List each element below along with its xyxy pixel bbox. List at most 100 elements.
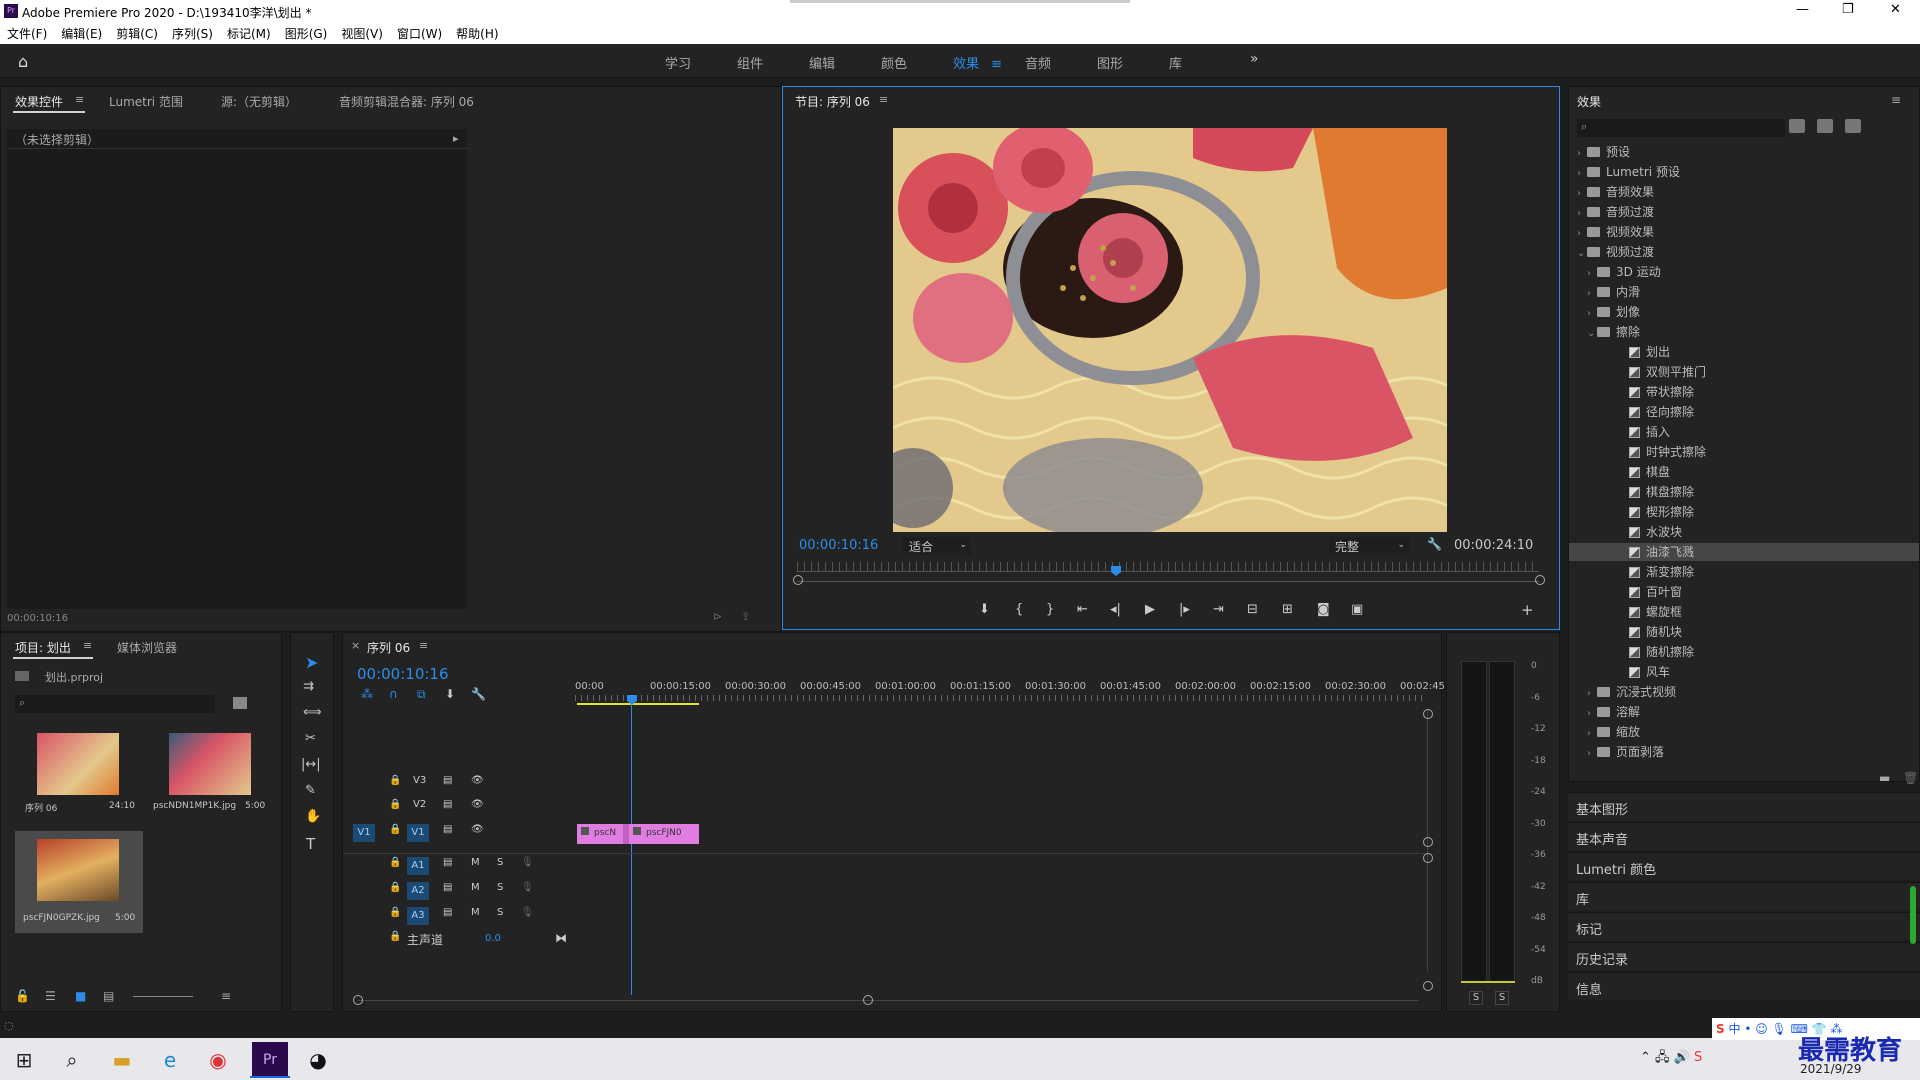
- program-timecode[interactable]: 00:00:10:16: [799, 538, 878, 553]
- add-button-icon[interactable]: +: [1521, 601, 1534, 619]
- chevron-right-icon[interactable]: ›: [1577, 168, 1587, 179]
- ie-browser-icon[interactable]: e: [152, 1042, 188, 1078]
- windows-start-icon[interactable]: ⊞: [6, 1042, 42, 1078]
- chrome-icon[interactable]: ◉: [200, 1042, 236, 1078]
- side-panel-header[interactable]: 信息: [1568, 972, 1920, 1000]
- fit-dropdown[interactable]: 适合 ⌄: [903, 537, 971, 555]
- effect-item[interactable]: 百叶窗: [1569, 583, 1919, 601]
- qq-icon[interactable]: ◕: [300, 1042, 336, 1078]
- program-ruler[interactable]: [797, 562, 1539, 572]
- lock-icon[interactable]: 🔒: [389, 799, 401, 810]
- chevron-right-icon[interactable]: ›: [1577, 188, 1587, 199]
- solo-left-button[interactable]: S: [1469, 991, 1483, 1005]
- panel-menu-icon[interactable]: ≡: [419, 639, 428, 652]
- effect-item[interactable]: 棋盘: [1569, 463, 1919, 481]
- mark-out-icon[interactable]: }: [1046, 602, 1054, 617]
- volume-icon[interactable]: 🔊: [1674, 1050, 1690, 1065]
- tab-audio-clip-mixer[interactable]: 音频剪辑混合器: 序列 06: [339, 93, 474, 110]
- sync-icon[interactable]: ▤: [443, 907, 452, 918]
- effect-item[interactable]: 油漆飞溅: [1569, 543, 1919, 561]
- network-icon[interactable]: 🖧: [1655, 1050, 1670, 1065]
- menu-item[interactable]: 标记(M): [227, 25, 271, 42]
- effect-item[interactable]: 随机擦除: [1569, 643, 1919, 661]
- effect-item[interactable]: 时钟式擦除: [1569, 443, 1919, 461]
- tab-source[interactable]: 源:（无剪辑）: [221, 93, 297, 110]
- mic-icon[interactable]: 🎙: [521, 907, 534, 918]
- camera-icon[interactable]: ◙: [1317, 602, 1330, 617]
- tab-project[interactable]: 项目: 划出: [15, 639, 71, 656]
- minimize-button[interactable]: —: [1796, 2, 1809, 17]
- project-item[interactable]: 序列 06 24:10: [15, 727, 143, 815]
- track-label[interactable]: A1: [407, 857, 429, 875]
- chevron-right-icon[interactable]: ›: [1577, 228, 1587, 239]
- add-marker-icon[interactable]: ⬇: [445, 687, 455, 701]
- v-scroll-handle[interactable]: [1423, 853, 1433, 863]
- effect-item[interactable]: 划出: [1569, 343, 1919, 361]
- more-workspaces-icon[interactable]: »: [1250, 51, 1259, 67]
- add-marker-icon[interactable]: ⬇: [979, 602, 990, 617]
- track-a3[interactable]: 🔒 A3 ▤ M S 🎙: [343, 907, 575, 927]
- tray-expand-icon[interactable]: ⌃: [1640, 1050, 1651, 1065]
- project-item-selected[interactable]: pscFJN0GPZK.jpg 5:00: [15, 831, 143, 933]
- timeline-timecode[interactable]: 00:00:10:16: [357, 665, 449, 683]
- workspace-tab[interactable]: 组件: [737, 53, 809, 72]
- compare-icon[interactable]: ▣: [1351, 602, 1363, 617]
- lift-icon[interactable]: ⊟: [1247, 602, 1258, 617]
- effect-item[interactable]: 双侧平推门: [1569, 363, 1919, 381]
- track-label[interactable]: A2: [407, 882, 429, 900]
- expand-arrow-icon[interactable]: ▸: [453, 132, 459, 145]
- eye-icon[interactable]: 👁: [471, 775, 484, 786]
- mark-in-icon[interactable]: {: [1015, 602, 1023, 617]
- chevron-right-icon[interactable]: ›: [1577, 208, 1587, 219]
- lock-icon[interactable]: 🔒: [389, 882, 401, 893]
- side-panel-header[interactable]: Lumetri 颜色: [1568, 852, 1920, 880]
- play-icon[interactable]: ▶: [1145, 602, 1155, 617]
- side-panel-header[interactable]: 历史记录: [1568, 942, 1920, 970]
- video-clip[interactable]: pscN: [577, 824, 623, 844]
- extract-icon[interactable]: ⊞: [1282, 602, 1293, 617]
- h-scroll-handle-right[interactable]: [863, 995, 873, 1005]
- sync-icon[interactable]: ▤: [443, 882, 452, 893]
- effects-folder[interactable]: › 沉浸式视频: [1569, 683, 1919, 701]
- effects-folder[interactable]: › 视频效果: [1569, 223, 1919, 241]
- menu-item[interactable]: 序列(S): [172, 25, 213, 42]
- menu-item[interactable]: 视图(V): [341, 25, 383, 42]
- effect-item[interactable]: 随机块: [1569, 623, 1919, 641]
- tab-sequence[interactable]: 序列 06: [367, 639, 410, 656]
- chevron-right-icon[interactable]: ›: [1587, 688, 1597, 699]
- track-master[interactable]: 🔒 主声道 0.0 ⧓: [343, 931, 575, 951]
- maximize-button[interactable]: ❐: [1842, 2, 1854, 17]
- effect-item[interactable]: 楔形擦除: [1569, 503, 1919, 521]
- sync-icon[interactable]: ▤: [443, 824, 452, 835]
- file-explorer-icon[interactable]: ▬: [104, 1042, 140, 1078]
- effects-folder[interactable]: › 溶解: [1569, 703, 1919, 721]
- effect-item[interactable]: 风车: [1569, 663, 1919, 681]
- razor-tool-icon[interactable]: ✂: [305, 731, 316, 746]
- panel-menu-icon[interactable]: ≡: [1891, 93, 1901, 107]
- search-icon[interactable]: ⌕: [54, 1042, 90, 1078]
- side-panel-header[interactable]: 基本图形: [1568, 792, 1920, 820]
- settings-wrench-icon[interactable]: 🔧: [471, 687, 486, 701]
- effects-folder[interactable]: › 内滑: [1569, 283, 1919, 301]
- icon-view-icon[interactable]: ■: [75, 989, 86, 1003]
- track-v2[interactable]: 🔒 V2 ▤ 👁: [343, 799, 575, 819]
- snap-icon[interactable]: ∩: [389, 687, 398, 701]
- linked-selection-icon[interactable]: ⧉: [417, 687, 426, 702]
- effect-item[interactable]: 渐变擦除: [1569, 563, 1919, 581]
- delete-icon[interactable]: 🗑: [1903, 771, 1918, 785]
- program-monitor-title[interactable]: 节目: 序列 06: [795, 93, 870, 110]
- chevron-right-icon[interactable]: ›: [1587, 708, 1597, 719]
- program-playhead[interactable]: [1111, 566, 1122, 576]
- lock-icon[interactable]: 🔒: [389, 931, 401, 942]
- solo-right-button[interactable]: S: [1495, 991, 1509, 1005]
- sort-icon[interactable]: ≡: [221, 989, 231, 1003]
- menu-item[interactable]: 文件(F): [7, 25, 47, 42]
- track-a2[interactable]: 🔒 A2 ▤ M S 🎙: [343, 882, 575, 902]
- program-scroll-bar[interactable]: [797, 581, 1539, 582]
- yuv-effects-icon[interactable]: [1845, 119, 1861, 133]
- mic-icon[interactable]: 🎙: [521, 857, 534, 868]
- mute-button[interactable]: M: [471, 907, 480, 918]
- workspace-tab[interactable]: 颜色: [881, 53, 953, 72]
- sync-icon[interactable]: ▤: [443, 857, 452, 868]
- close-button[interactable]: ✕: [1890, 2, 1901, 17]
